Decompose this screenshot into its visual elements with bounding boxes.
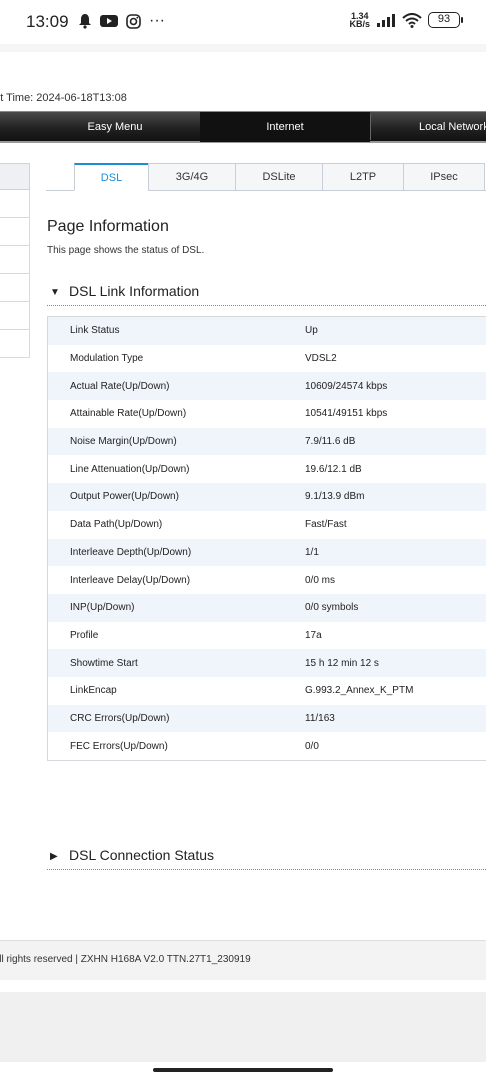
row-value: 0/0 [305,740,319,752]
row-value: G.993.2_Annex_K_PTM [305,685,414,697]
footer-text: n. All rights reserved | ZXHN H168A V2.0… [0,954,251,965]
sidebar-item[interactable] [0,246,30,274]
tab-l2tp[interactable]: L2TP [322,163,404,191]
table-row: CRC Errors(Up/Down) 11/163 [48,704,486,733]
table-row: Showtime Start 15 h 12 min 12 s [48,649,486,677]
menu-local-network[interactable]: Local Network [370,112,486,142]
page-description: This page shows the status of DSL. [47,245,205,256]
sidebar-item[interactable] [0,274,30,302]
sidebar-item[interactable] [0,302,30,330]
row-value: 0/0 ms [305,574,336,586]
gesture-nav-bar [0,1062,486,1080]
table-row: Modulation Type VDSL2 [48,344,486,373]
tab-dsl[interactable]: DSL [74,163,149,191]
row-value: Fast/Fast [305,519,347,531]
home-handle[interactable] [153,1068,333,1072]
sidebar [0,163,30,358]
table-row: Data Path(Up/Down) Fast/Fast [48,510,486,539]
menu-internet[interactable]: Internet [200,112,370,142]
notification-icons: ··· [78,12,165,30]
row-value: 17a [305,629,322,641]
row-value: 7.9/11.6 dB [305,436,356,448]
table-row: FEC Errors(Up/Down) 0/0 [48,732,486,760]
row-label: Actual Rate(Up/Down) [70,380,170,392]
row-label: LinkEncap [70,685,117,697]
page-footer: n. All rights reserved | ZXHN H168A V2.0… [0,940,486,980]
page-title: Page Information [47,218,169,235]
dsl-link-section-header[interactable]: ▼ DSL Link Information [47,282,486,306]
table-row: Actual Rate(Up/Down) 10609/24574 kbps [48,372,486,401]
dsl-link-section-title: DSL Link Information [69,283,200,299]
main-menu: Easy Menu Internet Local Network [0,111,486,143]
status-bar: 13:09 ··· 1.34 KB/s 93 [0,0,486,44]
row-label: Interleave Depth(Up/Down) [70,546,192,558]
network-speed-unit: KB/s [349,19,370,29]
row-value: 0/0 symbols [305,602,359,614]
youtube-icon [100,15,118,27]
row-label: Modulation Type [70,353,144,365]
table-row: Link Status Up [48,317,486,345]
table-row: LinkEncap G.993.2_Annex_K_PTM [48,676,486,705]
row-label: Noise Margin(Up/Down) [70,436,177,448]
instagram-icon [126,13,141,29]
row-value: VDSL2 [305,353,337,365]
row-label: Interleave Delay(Up/Down) [70,574,191,586]
dsl-connection-section-title: DSL Connection Status [69,847,215,863]
current-time: ent Time: 2024-06-18T13:08 [0,92,127,104]
table-row: Interleave Delay(Up/Down) 0/0 ms [48,566,486,594]
row-value: Up [305,325,318,337]
table-row: Noise Margin(Up/Down) 7.9/11.6 dB [48,427,486,456]
sidebar-item[interactable] [0,330,30,358]
browser-bottom-area [0,992,486,1062]
row-value: 10541/49151 kbps [305,408,388,420]
browser-top-strip [0,44,486,52]
row-label: Profile [70,629,99,641]
menu-easy-menu[interactable]: Easy Menu [30,112,200,142]
row-value: 11/163 [305,712,335,724]
bell-icon [79,14,91,29]
sidebar-item[interactable] [0,218,30,246]
system-indicators: 1.34 KB/s 93 [349,12,463,29]
tab-3g-4g[interactable]: 3G/4G [148,163,236,191]
table-row: Output Power(Up/Down) 9.1/13.9 dBm [48,483,486,511]
table-row: Line Attenuation(Up/Down) 19.6/12.1 dB [48,455,486,484]
row-value: 15 h 12 min 12 s [305,657,379,669]
table-row: Attainable Rate(Up/Down) 10541/49151 kbps [48,400,486,428]
table-row: INP(Up/Down) 0/0 symbols [48,593,486,622]
row-label: Data Path(Up/Down) [70,519,163,531]
row-value: 1/1 [305,546,319,558]
row-label: Link Status [70,325,120,337]
dsl-connection-section-header[interactable]: ▶ DSL Connection Status [47,846,486,870]
collapsed-arrow-icon: ▶ [50,851,58,862]
tab-dslite[interactable]: DSLite [235,163,323,191]
tab-ipsec[interactable]: IPsec [403,163,485,191]
row-label: CRC Errors(Up/Down) [70,712,170,724]
battery-icon: 93 [428,12,463,28]
status-time: 13:09 [26,12,69,31]
signal-icon [377,14,395,27]
sidebar-header [0,163,30,190]
row-label: Attainable Rate(Up/Down) [70,408,187,420]
more-notifications-icon: ··· [149,12,165,29]
row-value: 19.6/12.1 dB [305,463,362,475]
tab-bar: DSL 3G/4G DSLite L2TP IPsec [74,163,485,191]
table-row: Interleave Depth(Up/Down) 1/1 [48,538,486,567]
row-value: 9.1/13.9 dBm [305,491,365,503]
row-label: Showtime Start [70,657,138,669]
wifi-icon [402,12,422,28]
row-label: FEC Errors(Up/Down) [70,740,168,752]
expanded-arrow-icon: ▼ [50,287,60,298]
network-speed: 1.34 KB/s [349,12,370,29]
row-value: 10609/24574 kbps [305,380,388,392]
dsl-link-table: Link Status Up Modulation Type VDSL2 Actual … [47,316,486,761]
row-label: Line Attenuation(Up/Down) [70,463,190,475]
row-label: Output Power(Up/Down) [70,491,179,503]
row-label: INP(Up/Down) [70,602,135,614]
table-row: Profile 17a [48,621,486,650]
sidebar-item[interactable] [0,190,30,218]
